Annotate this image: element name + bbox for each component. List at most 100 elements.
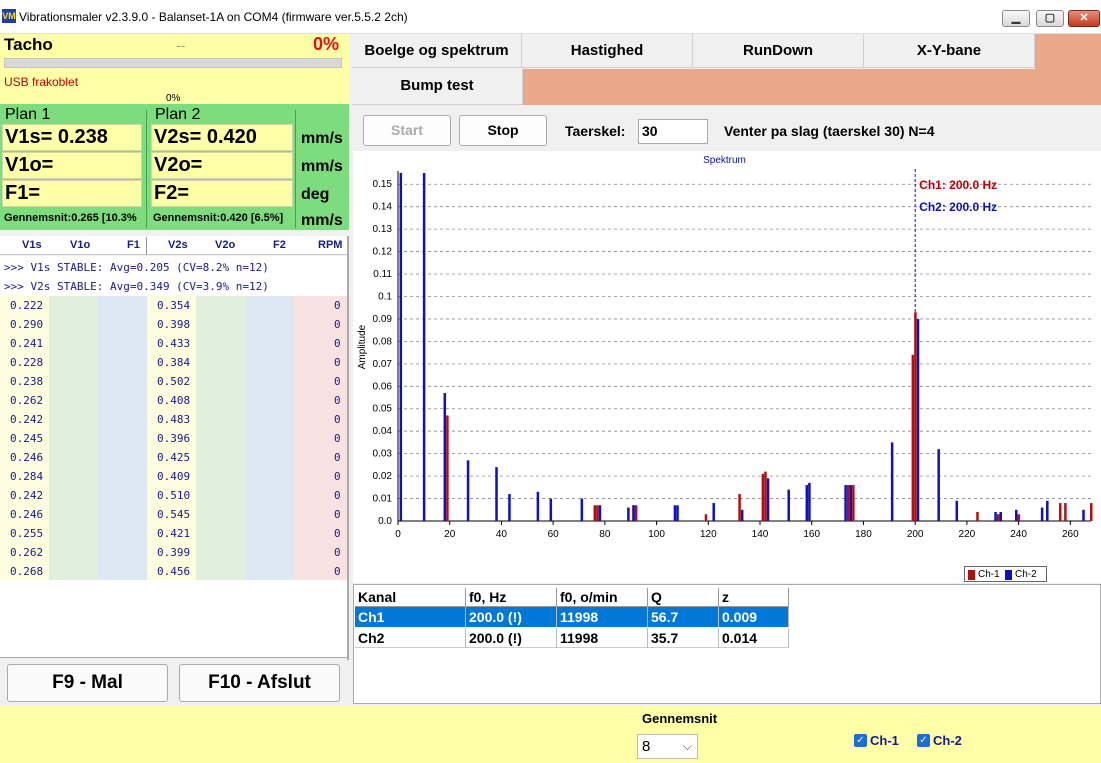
col-f2 [245, 296, 294, 580]
spectrum-bar-ch1 [738, 494, 741, 521]
tacho-progress-bar [4, 58, 342, 68]
table-header[interactable]: f0, o/min [557, 588, 648, 606]
y-tick-label: 0.07 [373, 359, 393, 370]
average-select[interactable]: 8 ⌵ [637, 734, 698, 759]
v1s-cell: 0.262 [10, 546, 44, 559]
tacho-percent: 0% [313, 34, 340, 54]
minimize-button[interactable]: ▁ [1002, 10, 1030, 27]
x-tick-label: 200 [907, 529, 924, 540]
spectrum-bar-ch1 [914, 312, 917, 521]
spectrum-bar-ch2 [422, 173, 426, 521]
plan2-title: Plan 2 [155, 106, 201, 123]
v1s-cell: 0.242 [10, 489, 44, 502]
spectrum-bar-ch2 [787, 489, 790, 521]
unit-label: deg [301, 186, 330, 203]
unit-label: mm/s [301, 130, 343, 147]
table-header[interactable]: z [719, 588, 789, 606]
f10-button[interactable]: F10 - Afslut [179, 664, 340, 702]
rpm-cell: 0 [334, 527, 341, 540]
spectrum-bar-ch1 [911, 354, 915, 521]
y-tick-label: 0.04 [373, 426, 393, 437]
maximize-icon: ▢ [1044, 12, 1056, 24]
tab-xy-bane[interactable]: X-Y-bane [864, 34, 1035, 68]
table-row[interactable]: Ch2 200.0 (!) 11998 35.7 0.014 [355, 628, 789, 648]
spectrum-bar-ch1 [1058, 503, 1062, 521]
threshold-input[interactable]: 30 [638, 119, 708, 144]
spectrum-bar-ch1 [761, 473, 765, 521]
spectrum-bar-ch2 [598, 505, 602, 521]
spectrum-bar-ch2 [673, 505, 677, 521]
spectrum-bar-ch2 [712, 503, 715, 521]
spectrum-bar-ch1 [996, 514, 1000, 521]
rpm-cell: 0 [334, 299, 341, 312]
spectrum-bar-ch2 [805, 485, 809, 521]
stop-button[interactable]: Stop [459, 115, 547, 146]
x-tick-label: 60 [548, 529, 560, 540]
progress-label: 0% [166, 93, 181, 104]
tab-bump-test[interactable]: Bump test [352, 69, 523, 105]
table-header[interactable]: Q [648, 588, 719, 606]
col-v2o [196, 296, 245, 580]
v2s-cell: 0.409 [157, 470, 191, 483]
f9-button[interactable]: F9 - Mal [7, 664, 168, 702]
spectrum-bar-ch2 [443, 393, 447, 521]
spectrum-chart-panel: Spektrum Amplitude 0.0 0.01 0.02 0.03 0.04 0.05… [353, 151, 1101, 583]
v2s-cell: 0.398 [157, 318, 191, 331]
close-button[interactable]: ✕ [1068, 10, 1100, 27]
y-tick-label: 0.09 [373, 314, 393, 325]
spectrum-bar-ch2 [1046, 500, 1049, 521]
col-header-v1s: V1s [22, 239, 42, 251]
v2s-cell: 0.483 [157, 413, 191, 426]
v2s-cell: 0.545 [157, 508, 191, 521]
v2s-cell: 0.408 [157, 394, 191, 407]
chart-legend: Ch-1 Ch-2 [964, 566, 1047, 582]
grid-scrollbar[interactable] [347, 236, 349, 660]
spectrum-bar-ch2 [766, 478, 770, 521]
f1-value: F1= [2, 180, 142, 207]
tab-hastighed[interactable]: Hastighed [522, 34, 693, 68]
v1s-cell: 0.238 [10, 375, 44, 388]
legend-label-ch1: Ch-1 [978, 569, 1000, 580]
spectrum-bar-ch1 [596, 505, 599, 521]
x-tick-label: 0 [395, 529, 401, 540]
spectrum-bar-ch2 [1015, 509, 1018, 521]
ch2-checkbox[interactable]: ✓ [917, 734, 930, 747]
spectrum-bar-ch1 [1090, 503, 1093, 521]
rpm-cell: 0 [334, 337, 341, 350]
spectrum-bar-ch1 [593, 505, 597, 521]
v2s-cell: 0.510 [157, 489, 191, 502]
y-tick-label: 0.13 [373, 224, 393, 235]
tab-boelge[interactable]: Boelge og spektrum [352, 34, 522, 68]
rpm-cell: 0 [334, 356, 341, 369]
y-tick-label: 0.11 [373, 269, 392, 280]
rpm-cell: 0 [334, 375, 341, 388]
table-header[interactable]: Kanal [355, 588, 466, 606]
spectrum-bar-ch2 [549, 498, 553, 521]
start-button[interactable]: Start [363, 115, 451, 146]
table-cell: 56.7 [648, 607, 719, 627]
legend-swatch-ch1 [968, 570, 975, 580]
table-row[interactable]: Ch1 200.0 (!) 11998 56.7 0.009 [355, 607, 789, 627]
v1s-cell: 0.228 [10, 356, 44, 369]
x-tick-label: 20 [444, 529, 456, 540]
ch2-checkbox-label[interactable]: Ch-2 [933, 733, 962, 748]
ch1-checkbox[interactable]: ✓ [854, 734, 867, 747]
rpm-cell: 0 [334, 451, 341, 464]
table-header[interactable]: f0, Hz [466, 588, 557, 606]
rpm-cell: 0 [334, 432, 341, 445]
maximize-button[interactable]: ▢ [1036, 10, 1064, 27]
tab-strip-filler [523, 69, 1101, 105]
x-tick-label: 260 [1062, 529, 1079, 540]
spectrum-bar-ch2 [740, 509, 744, 521]
spectrum-bar-ch2 [994, 512, 997, 521]
spectrum-bar-ch2 [808, 482, 811, 521]
ch1-checkbox-label[interactable]: Ch-1 [870, 733, 899, 748]
col-header-rpm: RPM [318, 239, 343, 251]
v1s-cell: 0.255 [10, 527, 44, 540]
spectrum-bar-ch2 [937, 449, 940, 521]
v2s-value: V2s= 0.420 [151, 124, 293, 151]
v2s-cell: 0.384 [157, 356, 191, 369]
check-icon: ✓ [919, 735, 928, 746]
tab-rundown[interactable]: RunDown [693, 34, 864, 68]
table-cell: Ch2 [355, 628, 466, 648]
